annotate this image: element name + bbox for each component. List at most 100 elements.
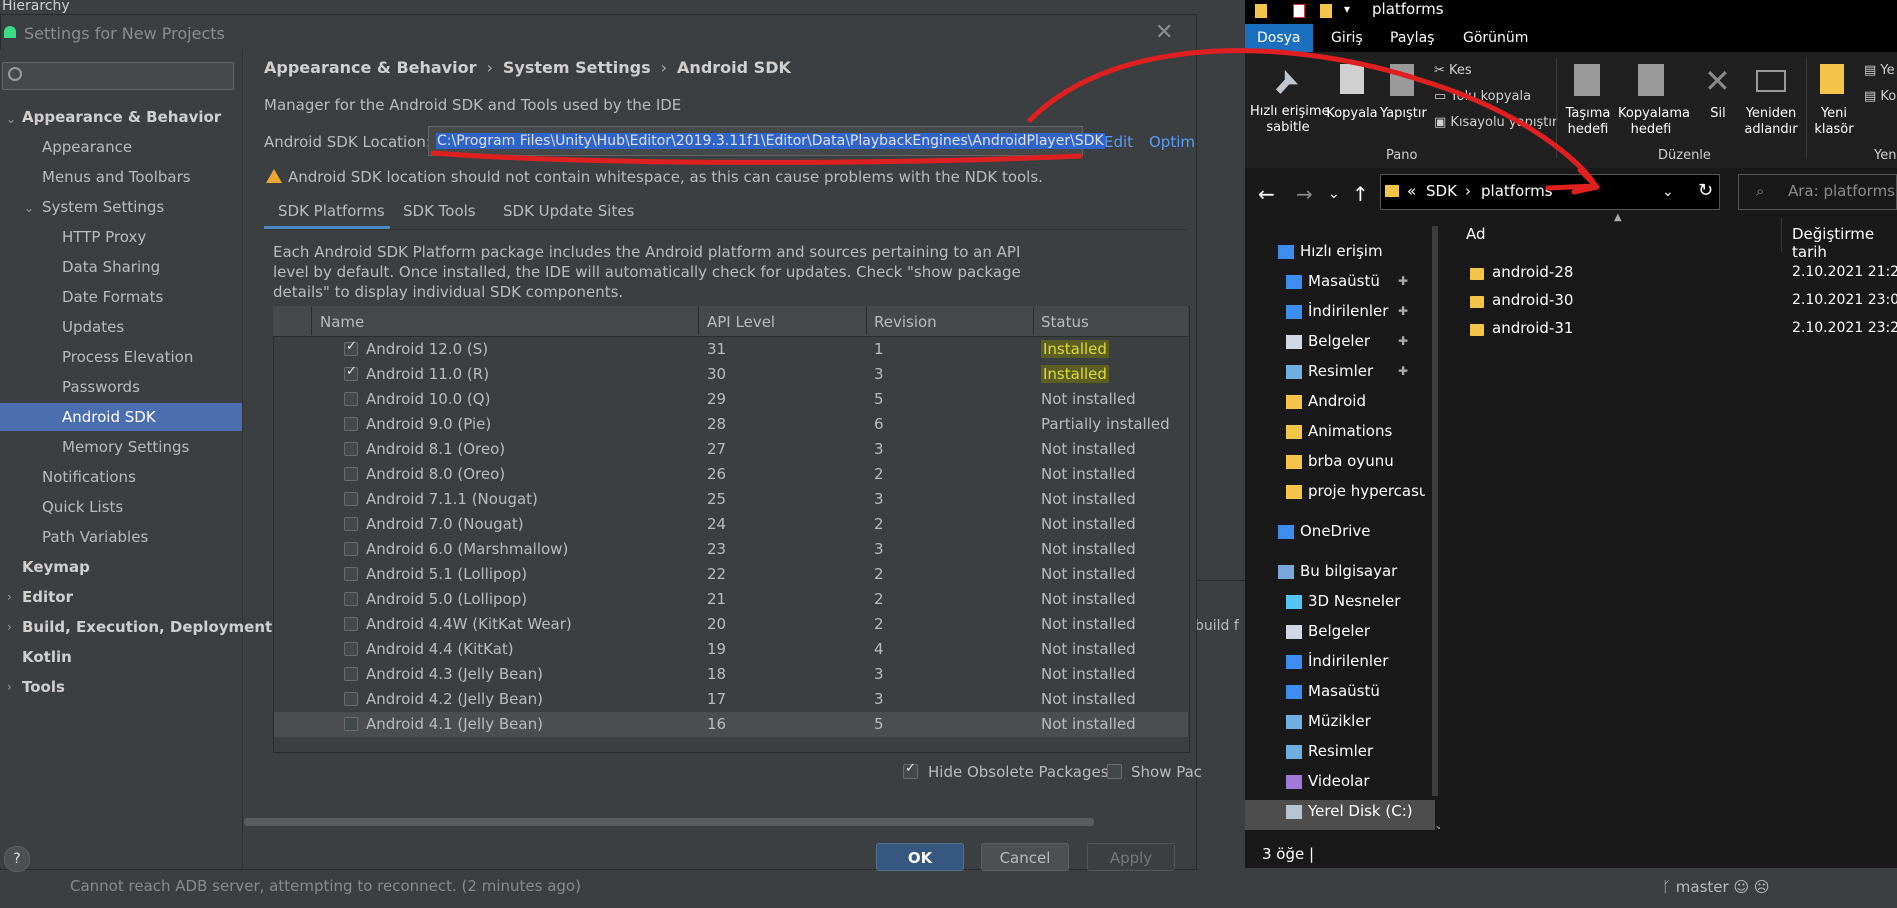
platform-checkbox[interactable] <box>344 667 358 681</box>
chevron-right-icon[interactable]: › <box>7 620 12 634</box>
rename-button[interactable]: Yeniden adlandır <box>1742 106 1800 138</box>
table-row[interactable]: Android 4.4 (KitKat) 19 4 Not installed <box>274 637 1188 662</box>
table-row[interactable]: Android 5.1 (Lollipop) 22 2 Not installed <box>274 562 1188 587</box>
move-to-button[interactable]: Taşıma hedefi <box>1560 106 1616 138</box>
platform-checkbox[interactable] <box>344 542 358 556</box>
refresh-icon[interactable]: ↻ <box>1698 180 1713 201</box>
nav-item-brba-oyunu[interactable]: brba oyunu <box>1308 452 1394 470</box>
sidebar-item-build-execution-deployment[interactable]: Build, Execution, Deployment <box>22 613 272 641</box>
table-row[interactable]: Android 4.4W (KitKat Wear) 20 2 Not install… <box>274 612 1188 637</box>
platform-checkbox[interactable] <box>344 567 358 581</box>
sidebar-item-tools[interactable]: Tools <box>22 673 65 701</box>
platform-checkbox[interactable] <box>344 467 358 481</box>
horizontal-scrollbar[interactable] <box>244 818 1094 826</box>
nav-item-local-disk-c[interactable]: Yerel Disk (C:) <box>1308 802 1413 820</box>
copy-to-button[interactable]: Kopyalama hedefi <box>1618 106 1690 138</box>
edit-sdk-link[interactable]: Edit <box>1104 133 1133 151</box>
copy-path-button[interactable]: ▭ Yolu kopyala <box>1434 89 1531 104</box>
ribbon-tab-file[interactable]: Dosya <box>1245 24 1313 52</box>
nav-item-this-pc[interactable]: Bu bilgisayar <box>1300 562 1397 580</box>
platform-checkbox[interactable] <box>344 492 358 506</box>
copy-button[interactable]: Kopyala <box>1326 106 1378 122</box>
table-row[interactable]: Android 7.0 (Nougat) 24 2 Not installed <box>274 512 1188 537</box>
column-header-name[interactable]: Name <box>320 313 364 331</box>
sidebar-item-appearance-behavior[interactable]: Appearance & Behavior <box>22 103 221 131</box>
settings-search-input[interactable] <box>2 62 234 90</box>
nav-item-quick-access[interactable]: Hızlı erişim <box>1300 242 1383 260</box>
nav-item-3d-objects[interactable]: 3D Nesneler <box>1308 592 1400 610</box>
paste-shortcut-button[interactable]: ▣ Kısayolu yapıştır <box>1434 115 1557 130</box>
file-name[interactable]: android-31 <box>1492 319 1573 337</box>
chevron-down-icon[interactable]: ⌄ <box>24 201 34 215</box>
sidebar-item-process-elevation[interactable]: Process Elevation <box>62 343 193 371</box>
file-name[interactable]: android-28 <box>1492 263 1573 281</box>
forward-arrow-icon[interactable]: → <box>1296 182 1313 206</box>
nav-item-videos[interactable]: Videolar <box>1308 772 1370 790</box>
table-row[interactable]: Android 12.0 (S) 31 1 Installed <box>274 337 1188 362</box>
navigation-pane-scrollbar[interactable] <box>1432 226 1438 796</box>
platform-checkbox[interactable] <box>344 617 358 631</box>
properties-icon[interactable] <box>1293 4 1305 18</box>
nav-item-proje-hypercasual[interactable]: proje hypercasua <box>1308 482 1425 500</box>
cut-button[interactable]: ✂ Kes <box>1434 63 1472 78</box>
tab-sdk-update-sites[interactable]: SDK Update Sites <box>503 202 634 220</box>
platform-checkbox[interactable] <box>344 417 358 431</box>
table-row[interactable]: Android 9.0 (Pie) 28 6 Partially installed <box>274 412 1188 437</box>
nav-item-animations[interactable]: Animations <box>1308 422 1392 440</box>
nav-item-downloads[interactable]: İndirilenler <box>1308 652 1388 670</box>
customize-toolbar-icon[interactable]: ▾ <box>1344 2 1350 16</box>
sidebar-item-kotlin[interactable]: Kotlin <box>22 643 72 671</box>
platform-checkbox[interactable] <box>344 692 358 706</box>
nav-item-desktop[interactable]: Masaüstü <box>1308 682 1380 700</box>
apply-button[interactable]: Apply <box>1087 843 1175 871</box>
nav-item-documents[interactable]: Belgeler <box>1308 332 1370 350</box>
platform-checkbox[interactable] <box>344 392 358 406</box>
cancel-button[interactable]: Cancel <box>981 843 1069 871</box>
show-package-details-checkbox[interactable] <box>1107 764 1122 779</box>
breadcrumb-appearance-behavior[interactable]: Appearance & Behavior <box>264 58 476 77</box>
platform-checkbox[interactable] <box>344 592 358 606</box>
sidebar-item-android-sdk[interactable]: Android SDK <box>0 403 242 431</box>
sidebar-item-http-proxy[interactable]: HTTP Proxy <box>62 223 146 251</box>
platform-checkbox[interactable] <box>344 442 358 456</box>
sidebar-item-editor[interactable]: Editor <box>22 583 73 611</box>
sidebar-item-passwords[interactable]: Passwords <box>62 373 140 401</box>
table-row[interactable]: Android 4.1 (Jelly Bean) 16 5 Not installed <box>274 712 1188 737</box>
column-divider[interactable] <box>1781 218 1782 252</box>
platform-checkbox[interactable] <box>344 717 358 731</box>
nav-item-onedrive[interactable]: OneDrive <box>1300 522 1371 540</box>
platform-checkbox[interactable] <box>344 642 358 656</box>
address-segment-sdk[interactable]: SDK <box>1426 182 1457 200</box>
pin-quick-access-button[interactable]: Hızlı erişime sabitle <box>1250 104 1330 136</box>
table-row[interactable]: Android 4.3 (Jelly Bean) 18 3 Not installed <box>274 662 1188 687</box>
ribbon-tab-view[interactable]: Görünüm <box>1463 30 1528 46</box>
up-arrow-icon[interactable]: ↑ <box>1352 182 1369 206</box>
optimize-disk-link[interactable]: Optim <box>1149 133 1195 151</box>
show-package-details-label[interactable]: Show Pac <box>1131 763 1202 781</box>
nav-item-desktop[interactable]: Masaüstü <box>1308 272 1380 290</box>
vcs-branch[interactable]: ᚴ master ☺ ☹ <box>1662 878 1770 896</box>
sidebar-item-quick-lists[interactable]: Quick Lists <box>42 493 123 521</box>
nav-item-music[interactable]: Müzikler <box>1308 712 1371 730</box>
paste-button[interactable]: Yapıştır <box>1380 106 1427 122</box>
tab-sdk-tools[interactable]: SDK Tools <box>403 202 476 220</box>
hide-obsolete-checkbox[interactable] <box>903 761 918 779</box>
ribbon-tab-home[interactable]: Giriş <box>1331 30 1363 46</box>
new-item-button[interactable]: ▤ Ye <box>1864 63 1895 78</box>
sidebar-item-system-settings[interactable]: System Settings <box>42 193 164 221</box>
table-row[interactable]: Android 10.0 (Q) 29 5 Not installed <box>274 387 1188 412</box>
column-header-date-modified[interactable]: Değiştirme tarih <box>1792 225 1897 261</box>
sidebar-item-date-formats[interactable]: Date Formats <box>62 283 163 311</box>
hide-obsolete-label[interactable]: Hide Obsolete Packages <box>928 763 1109 781</box>
chevron-down-icon[interactable]: ⌄ <box>1662 184 1674 200</box>
new-folder-icon[interactable] <box>1320 4 1332 18</box>
sidebar-item-menus-toolbars[interactable]: Menus and Toolbars <box>42 163 191 191</box>
nav-item-documents[interactable]: Belgeler <box>1308 622 1370 640</box>
nav-item-android[interactable]: Android <box>1308 392 1366 410</box>
chevron-down-icon[interactable]: ⌄ <box>6 112 16 126</box>
breadcrumb-system-settings[interactable]: System Settings <box>503 58 651 77</box>
nav-item-downloads[interactable]: İndirilenler <box>1308 302 1388 320</box>
file-name[interactable]: android-30 <box>1492 291 1573 309</box>
table-row[interactable]: Android 8.1 (Oreo) 27 3 Not installed <box>274 437 1188 462</box>
help-button[interactable]: ? <box>4 846 30 872</box>
